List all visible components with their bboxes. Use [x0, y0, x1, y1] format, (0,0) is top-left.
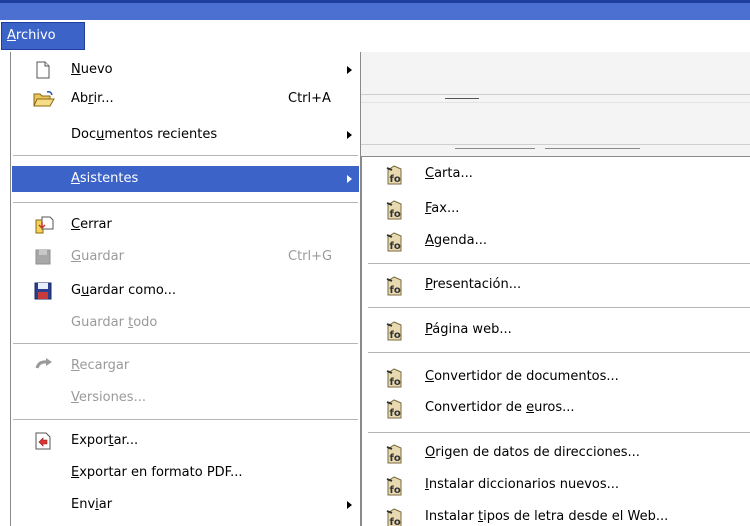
- menu-separator: [13, 202, 358, 203]
- open-folder-icon: [33, 90, 55, 108]
- submenu-item-pagina-web[interactable]: fo Página web...: [362, 317, 750, 343]
- submenu-item-label: Origen de datos de direcciones...: [425, 445, 640, 460]
- toolbar-line: [355, 102, 750, 103]
- menu-bar: Archivo: [0, 0, 750, 52]
- submenu-item-fax[interactable]: fo Fax...: [362, 196, 750, 222]
- submenu-arrow-icon: [347, 501, 352, 509]
- save-icon: [34, 248, 52, 266]
- menu-item-cerrar[interactable]: Cerrar: [11, 212, 360, 238]
- svg-text:fo: fo: [390, 174, 401, 185]
- wizard-icon: fo: [385, 232, 405, 252]
- svg-text:fo: fo: [390, 485, 401, 496]
- menu-item-label: Exportar...: [71, 433, 139, 448]
- submenu-item-label: Instalar diccionarios nuevos...: [425, 477, 620, 492]
- shortcut-label: Ctrl+A: [288, 91, 331, 106]
- wizard-icon: fo: [385, 444, 405, 464]
- menu-item-nuevo[interactable]: Nuevo: [11, 57, 360, 83]
- wizard-icon: fo: [385, 276, 405, 296]
- menu-item-exportar[interactable]: Exportar...: [11, 428, 360, 454]
- submenu-item-label: Convertidor de euros...: [425, 400, 575, 415]
- menu-item-label: Enviar: [71, 497, 113, 512]
- save-as-icon: [34, 282, 52, 300]
- submenu-separator: [368, 432, 750, 433]
- toolbar-line: [355, 94, 750, 95]
- submenu-item-presentacion[interactable]: fo Presentación...: [362, 272, 750, 298]
- menu-item-label: Asistentes: [71, 171, 139, 186]
- document-background: [355, 52, 750, 156]
- menu-item-label: Exportar en formato PDF...: [71, 465, 243, 480]
- menu-item-guardar[interactable]: Guardar Ctrl+G: [11, 244, 360, 270]
- menu-item-asistentes[interactable]: Asistentes: [12, 166, 359, 192]
- menu-item-documentos-recientes[interactable]: Documentos recientes: [11, 122, 360, 148]
- reload-icon: [34, 357, 56, 375]
- svg-text:fo: fo: [390, 453, 401, 464]
- new-document-icon: [34, 61, 52, 79]
- menu-item-abrir[interactable]: Abrir... Ctrl+A: [11, 86, 360, 112]
- wizard-icon: fo: [385, 321, 405, 341]
- toolbar-line: [545, 148, 640, 149]
- svg-text:fo: fo: [390, 408, 401, 419]
- submenu-item-label: Agenda...: [425, 233, 488, 248]
- wizard-icon: fo: [385, 399, 405, 419]
- menu-separator: [13, 155, 358, 156]
- submenu-item-label: Instalar tipos de letra desde el Web...: [425, 509, 669, 524]
- submenu-arrow-icon: [347, 175, 352, 183]
- menu-item-enviar[interactable]: Enviar: [11, 492, 360, 518]
- close-document-icon: [34, 216, 54, 234]
- menu-item-label: Guardar como...: [71, 283, 176, 298]
- submenu-item-label: Presentación...: [425, 277, 522, 292]
- menu-item-versiones[interactable]: Versiones...: [11, 385, 360, 411]
- submenu-item-convertidor-documentos[interactable]: fo Convertidor de documentos...: [362, 364, 750, 390]
- wizards-submenu: fo Carta... fo Fax... fo Agenda... fo Pr…: [361, 156, 750, 526]
- export-icon: [34, 432, 52, 450]
- menu-item-label: Versiones...: [71, 390, 146, 405]
- svg-text:fo: fo: [390, 285, 401, 296]
- submenu-item-origen-datos[interactable]: fo Origen de datos de direcciones...: [362, 440, 750, 466]
- menu-item-label: Documentos recientes: [71, 127, 218, 142]
- toolbar-line: [455, 148, 535, 149]
- file-menu: Nuevo Abrir... Ctrl+A Documentos recient…: [10, 52, 361, 526]
- menu-item-label: Guardar: [71, 249, 124, 264]
- wizard-icon: fo: [385, 200, 405, 220]
- menu-separator: [13, 419, 358, 420]
- submenu-item-label: Página web...: [425, 322, 512, 337]
- wizard-icon: fo: [385, 368, 405, 388]
- svg-text:fo: fo: [390, 330, 401, 341]
- svg-text:fo: fo: [390, 517, 401, 526]
- submenu-arrow-icon: [347, 66, 352, 74]
- menu-item-label: Abrir...: [71, 91, 114, 106]
- menu-item-guardar-todo[interactable]: Guardar todo: [11, 310, 360, 336]
- toolbar-line: [355, 144, 750, 145]
- submenu-item-label: Convertidor de documentos...: [425, 369, 619, 384]
- submenu-item-convertidor-euros[interactable]: fo Convertidor de euros...: [362, 395, 750, 421]
- submenu-item-label: Carta...: [425, 166, 473, 181]
- submenu-separator: [368, 307, 750, 308]
- toolbar-line: [445, 98, 479, 99]
- svg-text:fo: fo: [390, 241, 401, 252]
- wizard-icon: fo: [385, 476, 405, 496]
- submenu-separator: [368, 263, 750, 264]
- svg-text:fo: fo: [390, 377, 401, 388]
- title-bar-strip: [0, 0, 750, 20]
- submenu-separator: [368, 352, 750, 353]
- shortcut-label: Ctrl+G: [288, 249, 333, 264]
- submenu-item-instalar-tipos-letra[interactable]: fo Instalar tipos de letra desde el Web.…: [362, 504, 750, 526]
- submenu-arrow-icon: [347, 131, 352, 139]
- menu-item-label: Cerrar: [71, 217, 112, 232]
- menu-separator: [13, 343, 358, 344]
- menu-item-label: Recargar: [71, 358, 130, 373]
- submenu-item-label: Fax...: [425, 201, 460, 216]
- submenu-item-instalar-diccionarios[interactable]: fo Instalar diccionarios nuevos...: [362, 472, 750, 498]
- menu-item-label: Guardar todo: [71, 315, 158, 330]
- menu-item-exportar-pdf[interactable]: Exportar en formato PDF...: [11, 460, 360, 486]
- menu-item-recargar[interactable]: Recargar: [11, 353, 360, 379]
- menu-archivo[interactable]: Archivo: [1, 22, 85, 50]
- wizard-icon: fo: [385, 508, 405, 526]
- submenu-item-agenda[interactable]: fo Agenda...: [362, 228, 750, 254]
- wizard-icon: fo: [385, 165, 405, 185]
- menu-item-label: Nuevo: [71, 62, 113, 77]
- svg-text:fo: fo: [390, 209, 401, 220]
- menu-item-guardar-como[interactable]: Guardar como...: [11, 278, 360, 304]
- submenu-item-carta[interactable]: fo Carta...: [362, 161, 750, 187]
